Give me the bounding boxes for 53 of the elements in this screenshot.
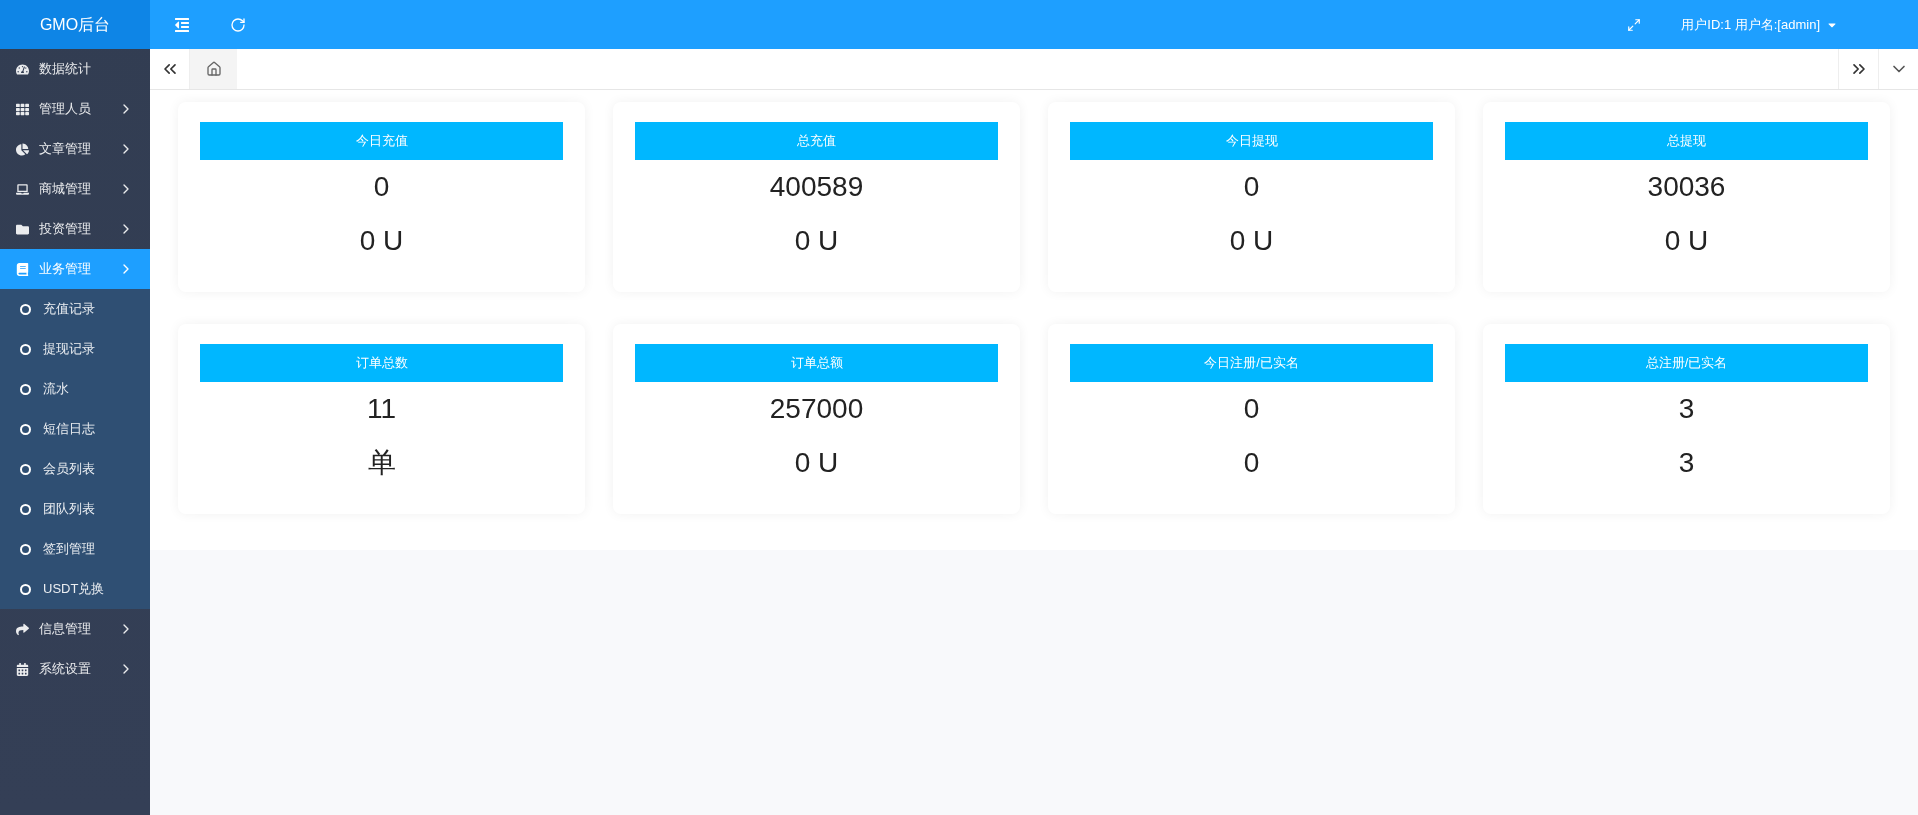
pie-chart-icon [16, 142, 29, 156]
stat-subvalue: 0 U [359, 224, 404, 258]
menu-collapse-icon[interactable] [174, 16, 190, 33]
sidebar-subitem[interactable]: USDT兑换 [0, 569, 150, 609]
sidebar-item[interactable]: 文章管理 [0, 129, 150, 169]
stat-card-title: 订单总额 [635, 344, 998, 382]
sidebar-subitem[interactable]: 会员列表 [0, 449, 150, 489]
stat-subvalue: 3 [1678, 446, 1695, 480]
sidebar-subitem[interactable]: 短信日志 [0, 409, 150, 449]
stat-card-title: 订单总数 [200, 344, 563, 382]
laptop-icon [16, 182, 29, 196]
sidebar-subitem[interactable]: 充值记录 [0, 289, 150, 329]
grid-icon [16, 102, 29, 116]
sidebar-item[interactable]: 数据统计 [0, 49, 150, 89]
stat-subvalue: 0 U [1229, 224, 1274, 258]
folder-icon [16, 222, 29, 236]
stat-subvalue: 0 U [1664, 224, 1709, 258]
sidebar-subitem[interactable]: 签到管理 [0, 529, 150, 569]
sidebar-subitem[interactable]: 团队列表 [0, 489, 150, 529]
stat-value: 0 [373, 170, 390, 204]
stat-card-title: 总充值 [635, 122, 998, 160]
stat-value: 257000 [769, 392, 864, 426]
home-icon [205, 61, 222, 77]
fullscreen-icon[interactable] [1627, 17, 1642, 32]
stat-card-title: 总注册/已实名 [1505, 344, 1868, 382]
stat-subvalue: 0 U [794, 224, 839, 258]
stat-subvalue: 0 U [794, 446, 839, 480]
stat-value: 30036 [1647, 170, 1726, 204]
stat-subvalue: 0 [1243, 446, 1260, 480]
home-tab[interactable] [190, 49, 237, 89]
share-arrow-icon [16, 622, 29, 636]
stat-subvalue: 单 [367, 446, 396, 480]
calendar-icon [16, 662, 29, 676]
sidebar-item[interactable]: 信息管理 [0, 609, 150, 649]
sidebar-item[interactable]: 管理人员 [0, 89, 150, 129]
sidebar-item[interactable]: 系统设置 [0, 649, 150, 689]
stat-card-title: 今日充值 [200, 122, 563, 160]
stat-value: 0 [1243, 170, 1260, 204]
refresh-icon[interactable] [230, 16, 246, 33]
stat-value: 3 [1678, 392, 1695, 426]
sidebar-subitem[interactable]: 流水 [0, 369, 150, 409]
stat-card-title: 今日提现 [1070, 122, 1433, 160]
stat-card-title: 今日注册/已实名 [1070, 344, 1433, 382]
sidebar-subitem[interactable]: 提现记录 [0, 329, 150, 369]
stat-value: 11 [366, 392, 397, 426]
stat-card-title: 总提现 [1505, 122, 1868, 160]
brand-title: GMO后台 [0, 0, 150, 49]
stat-value: 0 [1243, 392, 1260, 426]
sidebar-item[interactable]: 投资管理 [0, 209, 150, 249]
book-icon [16, 262, 29, 276]
stat-value: 400589 [769, 170, 864, 204]
sidebar-item[interactable]: 商城管理 [0, 169, 150, 209]
gauge-icon [16, 62, 29, 76]
